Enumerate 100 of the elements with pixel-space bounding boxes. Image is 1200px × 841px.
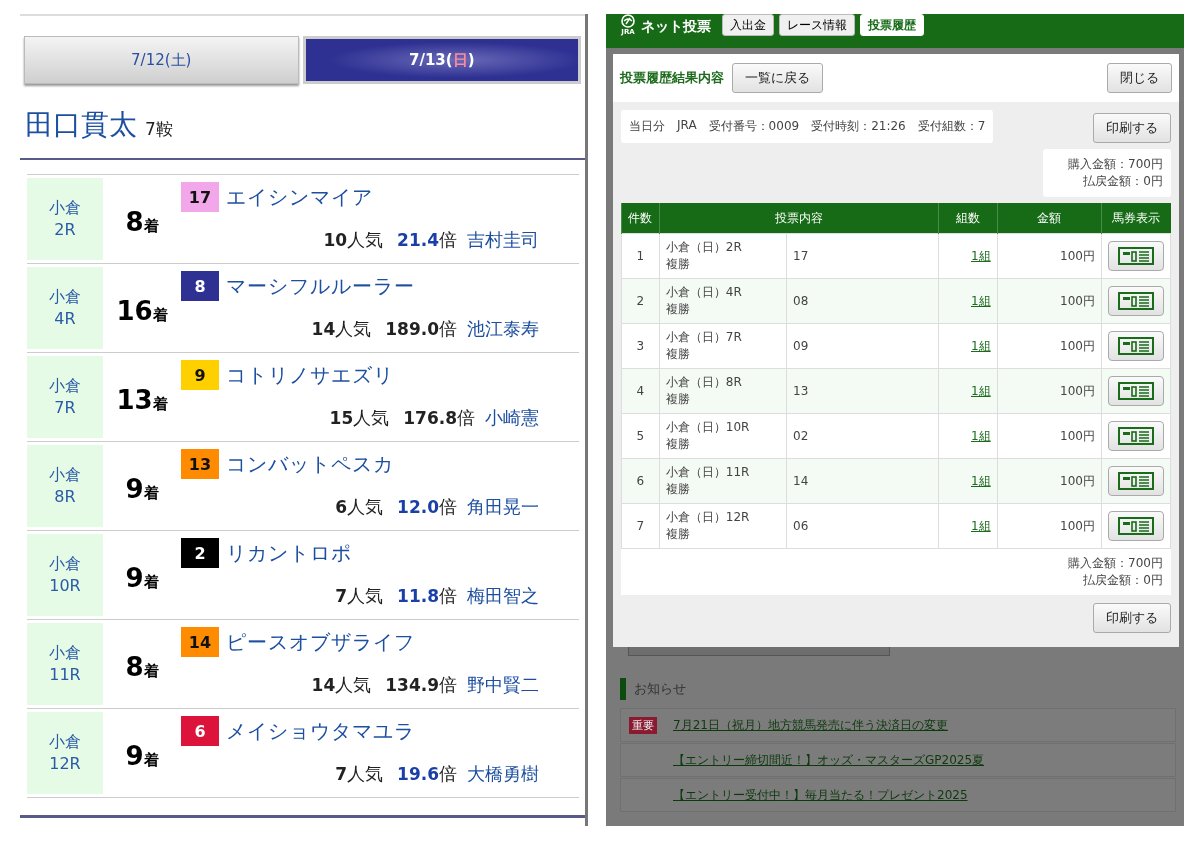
race-venue-cell[interactable]: 小倉 10R — [27, 534, 103, 616]
race-venue-cell[interactable]: 小倉 8R — [27, 445, 103, 527]
popularity: 15人気 — [329, 406, 390, 430]
finish-position: 8着 — [124, 206, 160, 237]
trainer-name[interactable]: 小崎憲 — [485, 406, 539, 430]
horseshoe-logo-icon — [620, 14, 636, 28]
trainer-name[interactable]: 梅田智之 — [467, 584, 539, 608]
nav-tab[interactable]: レース情報 — [779, 14, 855, 36]
ticket-view-button[interactable] — [1107, 331, 1164, 361]
notices-title: お知らせ — [634, 680, 686, 698]
receipt-info: 受付組数：7 — [917, 118, 986, 135]
finish-position: 16着 — [115, 295, 169, 326]
total-amount: 購入金額：700円 — [1068, 555, 1163, 572]
trainer-name[interactable]: 角田晃一 — [467, 495, 539, 519]
ticket-view-button[interactable] — [1107, 241, 1164, 271]
ticket-view-button[interactable] — [1107, 376, 1164, 406]
popularity: 7人気 — [335, 584, 384, 608]
ride-count: 7鞍 — [145, 118, 173, 141]
combo-link[interactable]: 1組 — [970, 383, 991, 398]
finish-position: 9着 — [124, 473, 160, 504]
table-cell: 08 — [786, 278, 939, 324]
race-venue-cell[interactable]: 小倉 12R — [27, 712, 103, 794]
date-tab[interactable]: 7/12(土) — [24, 36, 299, 84]
finish-position: 9着 — [124, 562, 160, 593]
table-cell: 100円 — [997, 233, 1102, 279]
popularity: 10人気 — [323, 228, 384, 252]
race-venue-cell[interactable]: 小倉 2R — [27, 178, 103, 260]
print-button[interactable]: 印刷する — [1093, 603, 1171, 633]
finish-position: 8着 — [124, 651, 160, 682]
trainer-name[interactable]: 大橋勇樹 — [467, 762, 539, 786]
trainer-name[interactable]: 吉村圭司 — [467, 228, 539, 252]
ticket-view-button[interactable] — [1107, 511, 1164, 541]
print-button[interactable]: 印刷する — [1093, 113, 1171, 143]
total-amount: 購入金額：700円 — [1068, 156, 1163, 173]
horse-number-badge: 17 — [181, 182, 219, 212]
horse-name[interactable]: メイショウタマユラ — [226, 717, 415, 745]
odds: 12.0倍 — [397, 495, 457, 519]
popularity: 14人気 — [311, 673, 372, 697]
receipt-info: JRA — [677, 118, 697, 134]
table-cell: 06 — [786, 503, 939, 549]
horse-name[interactable]: コトリノサエズリ — [226, 361, 394, 389]
race-venue-cell[interactable]: 小倉 11R — [27, 623, 103, 705]
ticket-icon — [1117, 292, 1154, 310]
race-venue-cell[interactable]: 小倉 7R — [27, 356, 103, 438]
nav-tab[interactable]: 入出金 — [722, 14, 774, 36]
nav-tab[interactable]: 投票履歴 — [860, 14, 924, 36]
table-cell: 02 — [786, 413, 939, 459]
table-cell: 小倉（日）11R 複勝 — [659, 458, 787, 504]
table-cell: 小倉（日）7R 複勝 — [659, 323, 787, 369]
horse-number-badge: 9 — [181, 360, 219, 390]
ticket-icon — [1117, 517, 1154, 535]
race-venue-cell[interactable]: 小倉 4R — [27, 267, 103, 349]
back-to-list-button[interactable]: 一覧に戻る — [732, 63, 823, 93]
combo-link[interactable]: 1組 — [970, 248, 991, 263]
combo-link[interactable]: 1組 — [970, 473, 991, 488]
ticket-view-button[interactable] — [1107, 421, 1164, 451]
table-cell: 100円 — [997, 323, 1102, 369]
ticket-icon — [1117, 427, 1154, 445]
horse-number-badge: 14 — [181, 627, 219, 657]
table-cell: 小倉（日）10R 複勝 — [659, 413, 787, 459]
receipt-info: 受付時刻：21:26 — [811, 118, 906, 135]
horse-number-badge: 2 — [181, 538, 219, 568]
receipt-info: 受付番号：0009 — [708, 118, 800, 135]
horse-name[interactable]: コンバットペスカ — [226, 450, 394, 478]
close-button[interactable]: 閉じる — [1107, 63, 1172, 93]
horse-name[interactable]: マーシフルルーラー — [226, 272, 415, 300]
combo-link[interactable]: 1組 — [970, 428, 991, 443]
column-header: 件数 — [621, 203, 660, 234]
important-badge: 重要 — [629, 716, 657, 734]
horse-name[interactable]: リカントロポ — [226, 539, 352, 567]
odds: 134.9倍 — [385, 673, 457, 697]
table-cell: 小倉（日）12R 複勝 — [659, 503, 787, 549]
column-header: 金額 — [997, 203, 1102, 234]
horse-name[interactable]: ピースオブザライフ — [226, 628, 415, 656]
table-cell: 3 — [621, 323, 660, 369]
popularity: 6人気 — [335, 495, 384, 519]
table-cell: 1 — [621, 233, 660, 279]
table-cell: 14 — [786, 458, 939, 504]
column-header: 馬券表示 — [1101, 203, 1171, 234]
ticket-icon — [1117, 247, 1154, 265]
receipt-info: 当日分 — [629, 118, 665, 135]
trainer-name[interactable]: 野中賢二 — [467, 673, 539, 697]
odds: 21.4倍 — [397, 228, 457, 252]
combo-link[interactable]: 1組 — [970, 338, 991, 353]
combo-link[interactable]: 1組 — [970, 518, 991, 533]
ticket-view-button[interactable] — [1107, 286, 1164, 316]
combo-link[interactable]: 1組 — [970, 293, 991, 308]
horse-number-badge: 13 — [181, 449, 219, 479]
table-cell: 4 — [621, 368, 660, 414]
date-tab[interactable]: 7/13(日) — [302, 36, 581, 84]
ticket-view-button[interactable] — [1107, 466, 1164, 496]
horse-name[interactable]: エイシンマイア — [226, 183, 373, 211]
total-amount: 払戻金額：0円 — [1083, 173, 1163, 190]
odds: 11.8倍 — [397, 584, 457, 608]
trainer-name[interactable]: 池江泰寿 — [467, 317, 539, 341]
table-cell: 13 — [786, 368, 939, 414]
table-cell: 100円 — [997, 458, 1102, 504]
ticket-icon — [1117, 472, 1154, 490]
table-cell: 小倉（日）8R 複勝 — [659, 368, 787, 414]
ticket-icon — [1117, 337, 1154, 355]
